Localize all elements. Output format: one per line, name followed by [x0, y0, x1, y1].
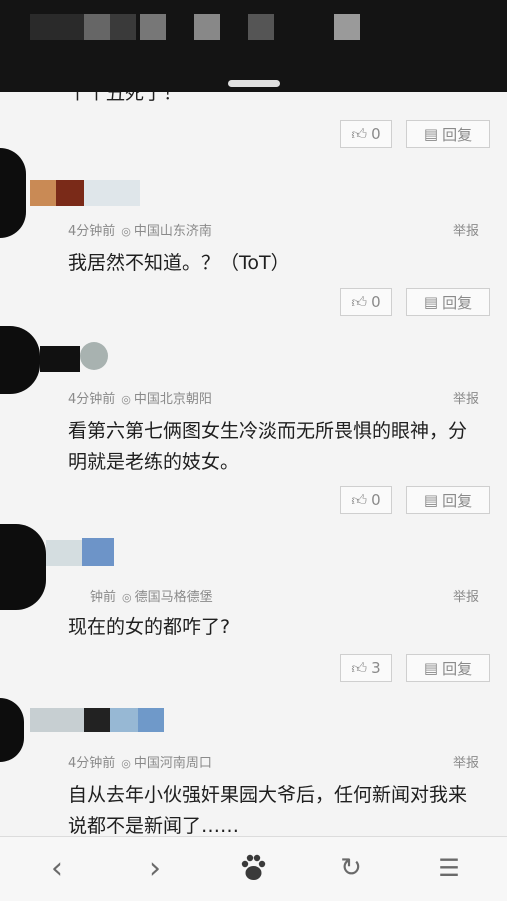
thumbs-up-icon: 👍︎ [351, 490, 368, 509]
reply-button[interactable]: ▤ 回复 [406, 486, 490, 514]
report-link[interactable]: 举报 [453, 586, 479, 605]
comment-time: 钟前 [90, 590, 117, 605]
comment-icon: ▤ [423, 125, 439, 143]
refresh-icon[interactable]: ↻ [326, 845, 376, 891]
comment-icon: ▤ [423, 659, 439, 677]
comment-feed: 个个丑死了！ 👍︎ 0 ▤ 回复 4分钟前中国山东济南 举报 我居然不知道。？（… [0, 92, 507, 836]
blurred-status-block [30, 14, 90, 40]
comment-text: 现在的女的都咋了? [68, 616, 231, 638]
partial-comment-text: 个个丑死了！ [68, 92, 183, 104]
like-count: 0 [371, 491, 381, 509]
reply-label: 回复 [442, 659, 473, 678]
thumbs-up-icon: 👍︎ [351, 658, 368, 677]
reply-label: 回复 [442, 293, 473, 312]
like-button[interactable]: 👍︎ 0 [340, 120, 392, 148]
blurred-status-block [334, 14, 360, 40]
reply-button[interactable]: ▤ 回复 [406, 654, 490, 682]
like-count: 3 [371, 659, 381, 677]
back-arrow-icon[interactable]: ‹ [32, 845, 82, 891]
baidu-paw-icon[interactable] [228, 845, 278, 891]
reply-button[interactable]: ▤ 回复 [406, 120, 490, 148]
reply-label: 回复 [442, 125, 473, 144]
like-button[interactable]: 👍︎ 0 [340, 288, 392, 316]
avatar[interactable] [0, 336, 160, 394]
comment-text: 看第六第七俩图女生冷淡而无所畏惧的眼神，分明就是老练的妓女。 [68, 420, 468, 473]
report-link[interactable]: 举报 [453, 220, 479, 239]
blurred-status-block [84, 14, 110, 40]
comment-location: 中国北京朝阳 [115, 392, 212, 407]
status-bar [0, 0, 507, 92]
comment-location: 中国河南周口 [115, 756, 212, 771]
bottom-navigation-bar: ‹ › ↻ ☰ [0, 836, 507, 901]
comment-location: 德国马格德堡 [116, 590, 213, 605]
comment-location: 中国山东济南 [115, 224, 212, 239]
comment-time: 4分钟前 [68, 756, 116, 771]
like-button[interactable]: 👍︎ 0 [340, 486, 392, 514]
paw-svg [241, 854, 266, 880]
comment-icon: ▤ [423, 293, 439, 311]
blurred-status-block [194, 14, 220, 40]
comment-text: 我居然不知道。？（ToT） [68, 252, 290, 274]
thumbs-up-icon: 👍︎ [351, 292, 368, 311]
blurred-status-block [248, 14, 274, 40]
like-button[interactable]: 👍︎ 3 [340, 654, 392, 682]
comment-text: 自从去年小伙强奸果园大爷后，任何新闻对我来说都不是新闻了…… [68, 784, 468, 836]
report-link[interactable]: 举报 [453, 388, 479, 407]
comment-time: 4分钟前 [68, 224, 116, 239]
blurred-status-block [110, 14, 136, 40]
like-count: 0 [371, 293, 381, 311]
report-link[interactable]: 举报 [453, 752, 479, 771]
like-count: 0 [371, 125, 381, 143]
menu-icon[interactable]: ☰ [424, 845, 474, 891]
reply-label: 回复 [442, 491, 473, 510]
comment-icon: ▤ [423, 491, 439, 509]
forward-arrow-icon[interactable]: › [130, 845, 180, 891]
drag-handle[interactable] [228, 80, 280, 87]
reply-button[interactable]: ▤ 回复 [406, 288, 490, 316]
thumbs-up-icon: 👍︎ [351, 124, 368, 143]
avatar[interactable] [0, 534, 160, 592]
comment-time: 4分钟前 [68, 392, 116, 407]
blurred-status-block [140, 14, 166, 40]
